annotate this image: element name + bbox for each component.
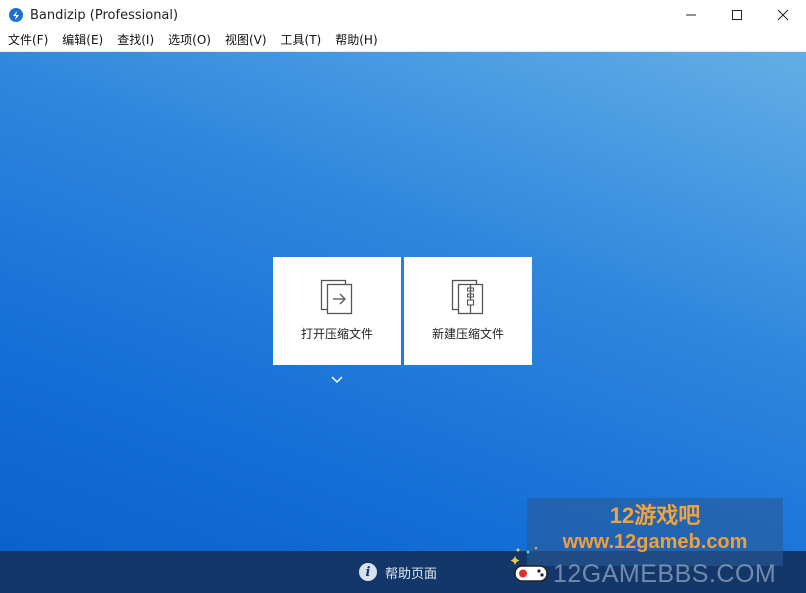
watermark-panel: 12游戏吧 www.12gameb.com [527,498,783,566]
close-icon [777,9,789,21]
watermark-site-url: www.12gameb.com [562,531,748,553]
menu-tools[interactable]: 工具(T) [274,30,329,51]
help-page-link[interactable]: i 帮助页面 [358,563,437,582]
minimize-button[interactable] [668,0,714,30]
watermark-bbs-text: 12GAMEBBS.COM [553,560,777,588]
menu-edit[interactable]: 编辑(E) [55,30,110,51]
gamepad-icon [510,546,548,582]
menu-help[interactable]: 帮助(H) [328,30,384,51]
new-archive-label: 新建压缩文件 [431,327,504,341]
menu-find[interactable]: 查找(I) [110,30,161,51]
open-archive-icon [320,279,353,315]
menu-options[interactable]: 选项(O) [161,30,218,51]
close-button[interactable] [760,0,806,30]
expand-button[interactable] [330,370,344,389]
minimize-icon [686,14,696,16]
watermark-site-name: 12游戏吧 [609,503,701,528]
chevron-down-icon [331,376,343,384]
menu-bar: 文件(F) 编辑(E) 查找(I) 选项(O) 视图(V) 工具(T) 帮助(H… [0,30,806,52]
main-area: 打开压缩文件 新建压缩文件 [0,52,806,551]
info-icon: i [358,563,377,581]
menu-view[interactable]: 视图(V) [218,30,274,51]
help-page-label: 帮助页面 [384,566,437,582]
new-archive-button[interactable]: 新建压缩文件 [404,257,532,365]
open-archive-button[interactable]: 打开压缩文件 [273,257,401,365]
window-controls [668,0,806,30]
menu-file[interactable]: 文件(F) [0,30,55,51]
window-title: Bandizip (Professional) [30,7,179,23]
title-bar: Bandizip (Professional) [0,0,806,30]
open-archive-label: 打开压缩文件 [300,327,373,341]
maximize-button[interactable] [714,0,760,30]
maximize-icon [732,10,742,20]
bandizip-logo-icon [9,8,23,22]
new-archive-icon [451,279,484,315]
